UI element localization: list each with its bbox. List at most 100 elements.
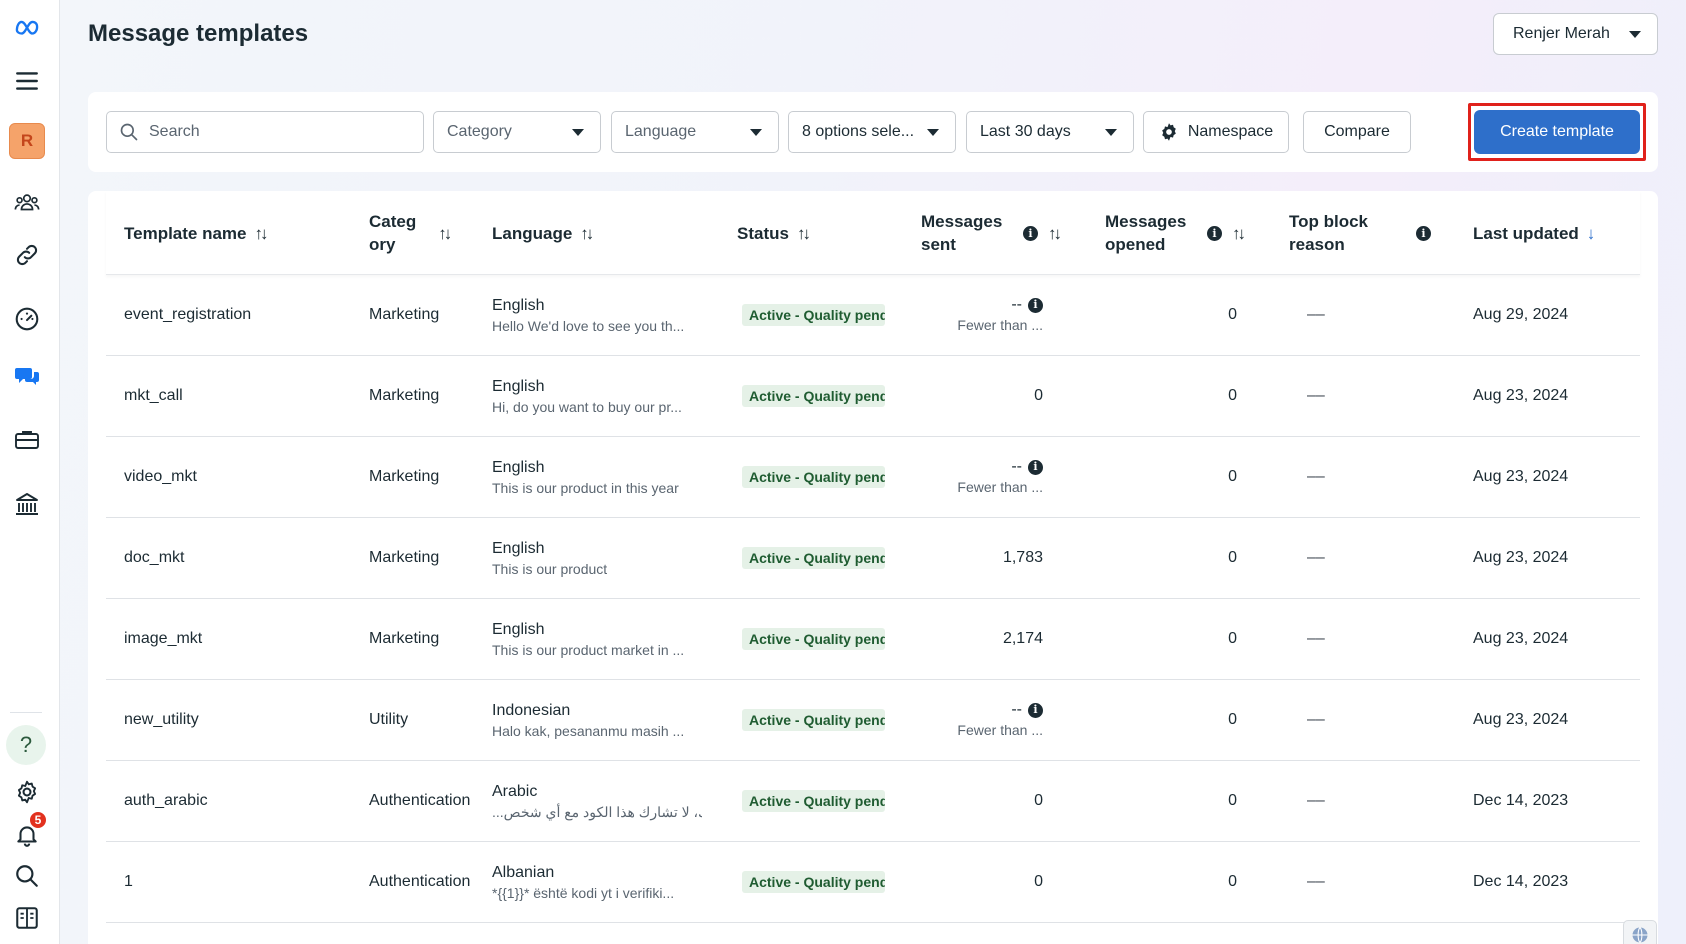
meta-logo-icon[interactable] (8, 8, 46, 46)
menu-icon[interactable] (8, 62, 46, 100)
table-row[interactable]: event_registration Marketing English Hel… (106, 275, 1640, 356)
info-icon[interactable]: i (1416, 225, 1431, 241)
search-icon[interactable] (8, 857, 46, 895)
template-name[interactable]: new_utility (124, 680, 199, 760)
template-language: English (492, 620, 545, 638)
template-name[interactable]: event_registration (124, 275, 251, 355)
table-row[interactable]: new_utility Utility Indonesian Halo kak,… (106, 680, 1640, 761)
template-category: Marketing (369, 468, 440, 485)
search-input[interactable] (149, 123, 399, 141)
category-dropdown-label: Category (447, 123, 512, 140)
col-status[interactable]: Status ↑↓ (737, 191, 811, 275)
status-cell: Active - Quality pending (742, 275, 885, 355)
account-name: Renjer Merah (1513, 25, 1610, 42)
link-icon[interactable] (8, 236, 46, 274)
template-name[interactable]: video_mkt (124, 437, 197, 517)
notifications-bell-icon[interactable]: 5 (8, 810, 48, 854)
table-row[interactable]: auth_arabic Authentication Arabic ...ى أ… (106, 761, 1640, 842)
panel-toggle-icon[interactable] (8, 899, 46, 937)
chat-bubbles-icon[interactable] (8, 357, 46, 395)
messages-sent-note: Fewer than ... (957, 722, 1043, 738)
template-name[interactable]: mkt_call (124, 356, 183, 436)
create-template-button[interactable]: Create template (1474, 110, 1640, 154)
table-row[interactable]: 1 Authentication Albanian *{{1}}* është … (106, 842, 1640, 923)
col-top-block-label: Top block reason (1289, 210, 1416, 256)
sort-icon: ↑↓ (796, 223, 811, 243)
messages-sent-cell: 2,174 i (953, 599, 1043, 679)
template-category: Authentication (369, 792, 471, 809)
help-button[interactable]: ? (6, 725, 46, 765)
messages-sent-value-wrap: -- i (1011, 457, 1043, 477)
business-avatar[interactable]: R (8, 122, 46, 160)
table-row[interactable]: video_mkt Marketing English This is our … (106, 437, 1640, 518)
messages-opened-value: 0 (1228, 549, 1237, 566)
template-preview: Hi, do you want to buy our pr... (492, 398, 682, 415)
status-badge: Active - Quality pending (742, 547, 885, 569)
template-name[interactable]: image_mkt (124, 599, 202, 679)
template-language-cell: English This is our product market in ..… (492, 599, 684, 679)
info-icon[interactable]: i (1207, 225, 1222, 241)
template-language: English (492, 539, 545, 557)
messages-sent-note: Fewer than ... (957, 317, 1043, 333)
messages-sent-cell: -- i Fewer than ... (953, 680, 1043, 760)
language-dropdown-label: Language (625, 123, 697, 140)
col-template-name[interactable]: Template name ↑↓ (124, 191, 269, 275)
template-preview: This is our product (492, 560, 608, 577)
bank-icon[interactable] (8, 485, 46, 523)
template-preview: Hello We'd love to see you th... (492, 317, 685, 334)
filter-bar: Category Language 8 options sele... Last… (88, 92, 1658, 172)
messages-sent-value: -- (1011, 701, 1022, 718)
language-globe-button[interactable] (1623, 920, 1657, 944)
globe-icon (1632, 927, 1648, 943)
info-icon[interactable]: i (1028, 702, 1043, 718)
namespace-button[interactable]: Namespace (1143, 111, 1289, 153)
messages-sent-value: 0 (1034, 792, 1043, 809)
col-top-block-reason[interactable]: Top block reason i (1289, 191, 1431, 275)
search-field[interactable] (106, 111, 424, 153)
template-name[interactable]: doc_mkt (124, 518, 184, 598)
template-language-cell: English Hello We'd love to see you th... (492, 275, 684, 355)
template-name[interactable]: auth_arabic (124, 761, 208, 841)
messages-opened-value: 0 (1228, 387, 1237, 404)
language-dropdown[interactable]: Language (611, 111, 779, 153)
dashboard-gauge-icon[interactable] (8, 300, 46, 338)
table-row[interactable]: image_mkt Marketing English This is our … (106, 599, 1640, 680)
col-status-label: Status (737, 223, 789, 243)
account-switcher-button[interactable]: Renjer Merah (1493, 13, 1658, 55)
status-badge: Active - Quality pending (742, 628, 885, 650)
messages-opened-value: 0 (1228, 873, 1237, 890)
status-cell: Active - Quality pending (742, 680, 885, 760)
compare-button[interactable]: Compare (1303, 111, 1411, 153)
info-icon[interactable]: i (1023, 225, 1038, 241)
col-messages-opened[interactable]: Messages opened i ↑↓ (1105, 191, 1246, 275)
info-icon[interactable]: i (1028, 297, 1043, 313)
col-last-updated[interactable]: Last updated ↓ (1473, 191, 1595, 275)
status-cell: Active - Quality pending (742, 599, 885, 679)
top-block-reason-value: –– (1307, 630, 1325, 647)
template-category: Marketing (369, 549, 440, 566)
templates-table: Template name ↑↓ Categ ory ↑↓ Language ↑… (88, 191, 1658, 944)
col-messages-sent[interactable]: Messages sent i ↑↓ (921, 191, 1062, 275)
info-icon[interactable]: i (1028, 459, 1043, 475)
briefcase-icon[interactable] (8, 421, 46, 459)
template-category: Utility (369, 711, 409, 728)
table-row[interactable]: mkt_call Marketing English Hi, do you wa… (106, 356, 1640, 437)
chevron-down-icon (572, 128, 584, 136)
table-row[interactable]: doc_mkt Marketing English This is our pr… (106, 518, 1640, 599)
status-badge: Active - Quality pending (742, 871, 885, 893)
status-dropdown[interactable]: 8 options sele... (788, 111, 956, 153)
col-category[interactable]: Categ ory ↑↓ (369, 191, 452, 275)
col-language[interactable]: Language ↑↓ (492, 191, 594, 275)
template-language-cell: Indonesian Halo kak, pesananmu masih ... (492, 680, 684, 760)
date-range-dropdown[interactable]: Last 30 days (966, 111, 1134, 153)
status-cell: Active - Quality pending (742, 437, 885, 517)
template-name[interactable]: 1 (124, 842, 133, 922)
category-dropdown[interactable]: Category (433, 111, 601, 153)
messages-sent-cell: -- i Fewer than ... (953, 437, 1043, 517)
people-icon[interactable] (8, 184, 46, 222)
template-language: English (492, 296, 545, 314)
settings-gear-icon[interactable] (8, 773, 46, 811)
template-category: Marketing (369, 630, 440, 647)
messages-sent-cell: 0 i (953, 842, 1043, 922)
page-title: Message templates (88, 20, 309, 47)
